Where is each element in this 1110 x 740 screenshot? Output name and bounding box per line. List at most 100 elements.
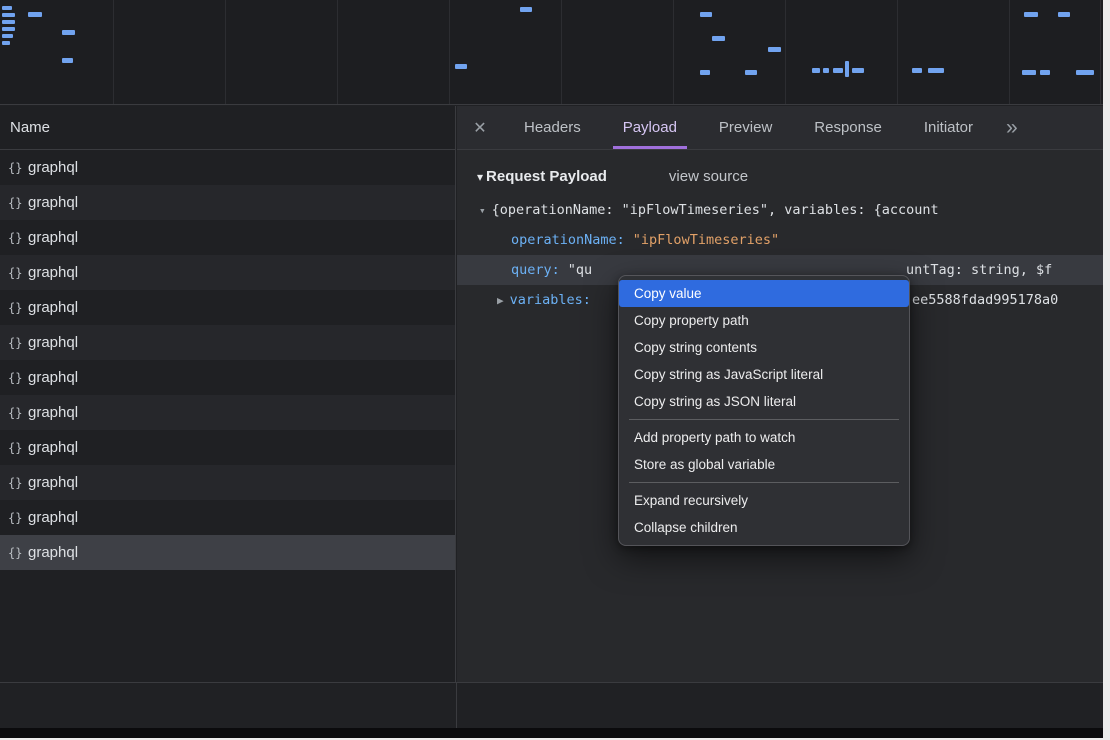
timeline-bar — [833, 68, 843, 73]
timeline-bar — [2, 20, 15, 24]
tab-preview[interactable]: Preview — [709, 106, 782, 149]
request-row[interactable]: {}graphql — [0, 465, 455, 500]
request-row[interactable]: {}graphql — [0, 255, 455, 290]
view-source-link[interactable]: view source — [669, 168, 748, 185]
tab-initiator[interactable]: Initiator — [914, 106, 983, 149]
property-value-end: untTag: string, $f — [906, 255, 1052, 285]
menu-item-copy-property-path[interactable]: Copy property path — [619, 307, 909, 334]
menu-item-copy-string-as-javascript-literal[interactable]: Copy string as JavaScript literal — [619, 361, 909, 388]
json-file-icon: {} — [8, 266, 28, 280]
menu-separator — [629, 419, 899, 420]
request-row[interactable]: {}graphql — [0, 290, 455, 325]
grid-line — [561, 0, 562, 104]
timeline-bar — [2, 6, 12, 10]
timeline-bar — [2, 34, 13, 38]
tab-payload[interactable]: Payload — [613, 106, 687, 149]
request-row[interactable]: {}graphql — [0, 395, 455, 430]
request-row[interactable]: {}graphql — [0, 150, 455, 185]
close-icon[interactable]: ✕ — [457, 106, 503, 149]
request-row[interactable]: {}graphql — [0, 360, 455, 395]
property-value-end: ee5588fdad995178a0 — [912, 285, 1058, 315]
grid-line — [1009, 0, 1010, 104]
json-file-icon: {} — [8, 546, 28, 560]
request-name: graphql — [28, 264, 78, 281]
request-row[interactable]: {}graphql — [0, 430, 455, 465]
grid-line — [673, 0, 674, 104]
property-key: variables: — [510, 292, 591, 308]
window-bottom-edge — [0, 728, 1103, 738]
grid-line — [1100, 0, 1101, 104]
timeline-bar — [1040, 70, 1050, 75]
menu-item-copy-string-as-json-literal[interactable]: Copy string as JSON literal — [619, 388, 909, 415]
tab-strip: Headers Payload Preview Response Initiator — [503, 106, 994, 149]
timeline-bar — [2, 13, 15, 17]
json-file-icon: {} — [8, 301, 28, 315]
json-file-icon: {} — [8, 511, 28, 525]
timeline-bar — [928, 68, 944, 73]
request-name: graphql — [28, 299, 78, 316]
menu-item-store-as-global-variable[interactable]: Store as global variable — [619, 451, 909, 478]
context-menu: Copy valueCopy property pathCopy string … — [618, 275, 910, 546]
request-row[interactable]: {}graphql — [0, 220, 455, 255]
timeline-bar — [1024, 12, 1038, 17]
devtools-window: Name {}graphql{}graphql{}graphql{}graphq… — [0, 0, 1103, 738]
menu-item-copy-string-contents[interactable]: Copy string contents — [619, 334, 909, 361]
json-file-icon: {} — [8, 336, 28, 350]
tab-response[interactable]: Response — [804, 106, 892, 149]
request-list: {}graphql{}graphql{}graphql{}graphql{}gr… — [0, 150, 455, 570]
network-overview-timeline[interactable] — [0, 0, 1103, 105]
tab-headers[interactable]: Headers — [514, 106, 591, 149]
menu-separator — [629, 482, 899, 483]
timeline-bar — [520, 7, 532, 12]
timeline-bar — [1022, 70, 1036, 75]
menu-item-copy-value[interactable]: Copy value — [619, 280, 909, 307]
json-file-icon: {} — [8, 406, 28, 420]
more-tabs-icon[interactable]: » — [998, 106, 1026, 149]
timeline-bar — [812, 68, 820, 73]
details-tabbar: ✕ Headers Payload Preview Response Initiator… — [457, 106, 1103, 150]
timeline-bar — [712, 36, 725, 41]
timeline-bar — [768, 47, 781, 52]
expand-triangle-icon[interactable]: ▶ — [497, 294, 504, 307]
request-name: graphql — [28, 439, 78, 456]
timeline-bar — [912, 68, 922, 73]
grid-line — [337, 0, 338, 104]
request-row[interactable]: {}graphql — [0, 325, 455, 360]
request-name: graphql — [28, 544, 78, 561]
grid-line — [113, 0, 114, 104]
json-file-icon: {} — [8, 441, 28, 455]
timeline-bar — [2, 41, 10, 45]
collapse-triangle-icon[interactable]: ▾ — [479, 204, 486, 217]
timeline-bar — [62, 30, 75, 35]
request-row[interactable]: {}graphql — [0, 185, 455, 220]
json-file-icon: {} — [8, 231, 28, 245]
request-payload-header: ▾ Request Payload view source — [477, 168, 1103, 185]
request-row[interactable]: {}graphql — [0, 535, 455, 570]
request-name: graphql — [28, 334, 78, 351]
property-value: "ipFlowTimeseries" — [633, 232, 779, 248]
grid-line — [785, 0, 786, 104]
section-collapse-icon[interactable]: ▾ — [477, 170, 483, 184]
menu-item-collapse-children[interactable]: Collapse children — [619, 514, 909, 541]
request-name: graphql — [28, 159, 78, 176]
root-preview-text: {operationName: "ipFlowTimeseries", vari… — [492, 202, 939, 218]
property-key: query: — [511, 262, 560, 278]
timeline-bar — [845, 61, 849, 77]
request-name: graphql — [28, 369, 78, 386]
menu-item-add-property-path-to-watch[interactable]: Add property path to watch — [619, 424, 909, 451]
timeline-bar — [28, 12, 42, 17]
payload-root-row[interactable]: ▾ {operationName: "ipFlowTimeseries", var… — [457, 195, 1103, 225]
json-file-icon: {} — [8, 161, 28, 175]
json-file-icon: {} — [8, 371, 28, 385]
timeline-bar — [700, 70, 710, 75]
timeline-bar — [700, 12, 712, 17]
request-name: graphql — [28, 229, 78, 246]
name-column-header[interactable]: Name — [0, 106, 455, 150]
request-row[interactable]: {}graphql — [0, 500, 455, 535]
menu-item-expand-recursively[interactable]: Expand recursively — [619, 487, 909, 514]
request-name: graphql — [28, 194, 78, 211]
property-value-start: "qu — [568, 262, 592, 278]
payload-row-operationname[interactable]: operationName:"ipFlowTimeseries" — [457, 225, 1103, 255]
json-file-icon: {} — [8, 196, 28, 210]
json-file-icon: {} — [8, 476, 28, 490]
